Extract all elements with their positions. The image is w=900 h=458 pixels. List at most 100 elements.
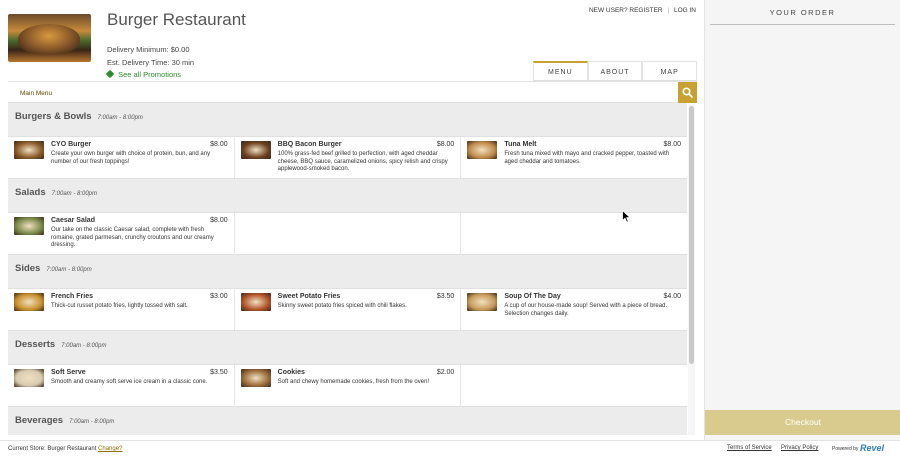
main-menu-link[interactable]: Main Menu (20, 90, 52, 97)
tab-map[interactable]: MAP (642, 61, 698, 80)
menu-item-name[interactable]: Tuna Melt (504, 141, 536, 148)
terms-link[interactable]: Terms of Service (727, 445, 772, 451)
menu-item[interactable]: Soft Serve $3.50 Smooth and creamy soft se… (8, 365, 235, 406)
menu-item-name[interactable]: Sweet Potato Fries (278, 293, 341, 300)
category-title: Sides (15, 263, 41, 274)
menu-item-photo[interactable] (240, 293, 271, 311)
menu-item-description: Our take on the classic Caesar salad, co… (51, 227, 214, 249)
menu-item-name[interactable]: CYO Burger (51, 141, 91, 148)
menu-item-photo[interactable] (14, 217, 44, 235)
delivery-minimum: Delivery Minimum: $0.00 (107, 45, 190, 54)
menu-item-price: $8.00 (210, 217, 228, 224)
items-row: Soft Serve $3.50 Smooth and creamy soft se… (8, 365, 687, 407)
menu-item-description: Fresh tuna mixed with mayo and cracked p… (504, 151, 670, 165)
mouse-cursor-icon (622, 210, 631, 223)
menu-item-photo[interactable] (14, 369, 44, 387)
category-header: Sides 7:00am - 8:00pm (8, 255, 687, 289)
checkout-button[interactable]: Checkout (705, 410, 900, 435)
empty-cell (461, 365, 687, 406)
menu-item-description: Create your own burger with choice of pr… (51, 151, 211, 165)
menu-item[interactable]: CYO Burger $8.00 Create your own burger wi… (8, 137, 235, 178)
menu-item-name[interactable]: French Fries (51, 293, 93, 300)
category-hours: 7:00am - 8:00pm (61, 343, 107, 349)
scrollbar-thumb[interactable] (689, 106, 694, 364)
menu-item-price: $3.50 (210, 369, 228, 376)
menu-item[interactable]: Soup Of The Day $4.00 A cup of our house-m… (461, 289, 687, 330)
menu-item-description: 100% grass-fed beef grilled to perfectio… (277, 151, 448, 173)
category-name: Burgers & Bowls 7:00am - 8:00pm (15, 111, 143, 122)
menu-item-description: A cup of our house-made soup! Served wit… (504, 303, 668, 317)
menu-item-name[interactable]: Soft Serve (51, 369, 86, 376)
menu-item-description: Smooth and creamy soft serve ice cream i… (51, 379, 208, 385)
tab-about[interactable]: ABOUT (587, 61, 643, 80)
app-window: Burger Restaurant Delivery Minimum: $0.0… (0, 0, 900, 458)
category-hours: 7:00am - 8:00pm (46, 267, 92, 273)
empty-cell (235, 213, 462, 254)
auth-links: NEW USER? REGISTER | LOG IN (589, 7, 696, 14)
current-store: Current Store: Burger Restaurant Change? (8, 446, 122, 452)
privacy-link[interactable]: Privacy Policy (781, 445, 818, 451)
powered-by-label: Powered by (832, 446, 859, 452)
menu-item-name[interactable]: Soup Of The Day (504, 293, 560, 300)
category-title: Burgers & Bowls (15, 111, 92, 122)
scrollbar[interactable] (688, 104, 695, 435)
revel-logo: Revel (860, 443, 885, 453)
menu-item[interactable]: BBQ Bacon Burger $8.00 100% grass-fed beef… (235, 137, 462, 178)
menu-item-price: $4.00 (663, 293, 682, 300)
menu-item-price: $8.00 (663, 141, 682, 148)
category-name: Desserts 7:00am - 8:00pm (15, 339, 107, 350)
login-link[interactable]: LOG IN (674, 7, 696, 14)
menu-item-price: $8.00 (210, 141, 228, 148)
search-icon (682, 87, 693, 98)
menu-item[interactable]: Cookies $2.00 Soft and chewy homemade cook… (235, 365, 462, 406)
menu-item-photo[interactable] (14, 293, 44, 311)
menu-item[interactable]: French Fries $3.00 Thick-cut russet potato… (8, 289, 235, 330)
category-name: Beverages 7:00am - 8:00pm (15, 415, 114, 426)
category-header: Salads 7:00am - 8:00pm (8, 179, 687, 213)
menu-list[interactable]: Burgers & Bowls 7:00am - 8:00pm CYO Burger… (8, 103, 687, 435)
menu-item-photo[interactable] (240, 369, 271, 387)
category-header: Beverages 7:00am - 8:00pm (8, 407, 687, 435)
menu-item-photo[interactable] (467, 293, 498, 311)
items-row: CYO Burger $8.00 Create your own burger wi… (8, 137, 687, 179)
delivery-time: Est. Delivery Time: 30 min (107, 58, 195, 67)
footer: Current Store: Burger Restaurant Change?… (0, 440, 900, 458)
register-link[interactable]: NEW USER? REGISTER (589, 7, 663, 14)
category-hours: 7:00am - 8:00pm (69, 419, 115, 425)
menu-item-description: Skinny sweet potato fries spiced with ch… (277, 303, 407, 309)
category-title: Salads (15, 187, 46, 198)
menu-item-description: Thick-cut russet potato fries, lightly t… (51, 303, 188, 309)
promotions-link[interactable]: See all Promotions (105, 69, 182, 79)
restaurant-logo-photo (8, 14, 91, 62)
main-content: Burger Restaurant Delivery Minimum: $0.0… (0, 0, 704, 440)
items-row: French Fries $3.00 Thick-cut russet potato… (8, 289, 687, 331)
tab-bar: MENU ABOUT MAP (533, 61, 698, 81)
current-store-label: Current Store: Burger Restaurant (8, 446, 97, 452)
category-hours: 7:00am - 8:00pm (51, 191, 97, 197)
menu-item[interactable]: Sweet Potato Fries $3.50 Skinny sweet pota… (235, 289, 462, 330)
promotions-label: See all Promotions (118, 70, 182, 79)
menu-item-name[interactable]: BBQ Bacon Burger (278, 141, 342, 148)
menu-item-price: $8.00 (436, 141, 455, 148)
menu-item-photo[interactable] (240, 141, 271, 159)
search-button[interactable] (678, 82, 697, 103)
menu-item-description: Soft and chewy homemade cookies, fresh f… (277, 379, 430, 385)
menu-item-price: $3.00 (210, 293, 228, 300)
category-name: Sides 7:00am - 8:00pm (15, 263, 92, 274)
tab-menu[interactable]: MENU (533, 61, 588, 80)
category-header: Burgers & Bowls 7:00am - 8:00pm (8, 103, 687, 137)
auth-separator: | (667, 7, 670, 14)
menu-item-photo[interactable] (467, 141, 498, 159)
menu-bar: Main Menu (8, 81, 697, 103)
menu-item-name[interactable]: Cookies (278, 369, 305, 376)
menu-item-name[interactable]: Caesar Salad (51, 217, 95, 224)
order-title: YOUR ORDER (710, 8, 895, 25)
order-panel: YOUR ORDER Checkout (704, 0, 900, 440)
menu-item[interactable]: Tuna Melt $8.00 Fresh tuna mixed with mayo… (461, 137, 687, 178)
items-row: Caesar Salad $8.00 Our take on the classic… (8, 213, 687, 255)
menu-item-price: $2.00 (436, 369, 455, 376)
change-store-link[interactable]: Change? (98, 446, 122, 452)
category-title: Beverages (15, 415, 64, 426)
menu-item[interactable]: Caesar Salad $8.00 Our take on the classic… (8, 213, 235, 254)
menu-item-photo[interactable] (14, 141, 44, 159)
